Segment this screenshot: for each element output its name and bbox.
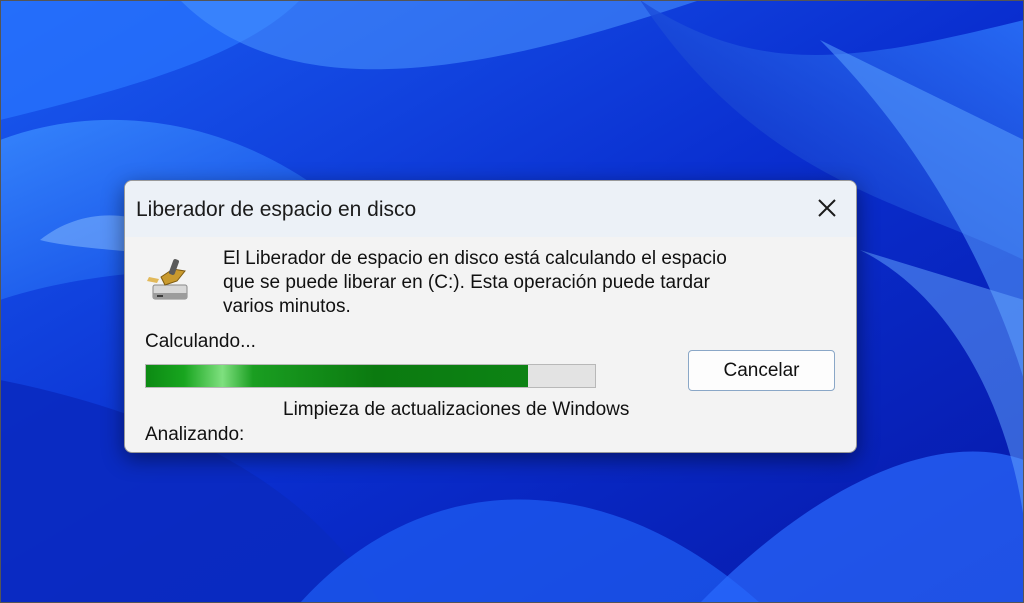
message-line: El Liberador de espacio en disco está ca… — [223, 248, 727, 269]
progress-message: El Liberador de espacio en disco está ca… — [223, 247, 833, 319]
disk-cleanup-icon — [147, 257, 191, 303]
title-bar: Liberador de espacio en disco — [125, 181, 856, 237]
window-title: Liberador de espacio en disco — [136, 198, 417, 221]
analyzing-label: Analizando: — [145, 424, 245, 445]
cancel-button[interactable]: Cancelar — [688, 350, 835, 391]
current-item: Limpieza de actualizaciones de Windows — [283, 399, 630, 420]
disk-cleanup-dialog: Liberador de espacio en disco El Liberad… — [124, 180, 857, 453]
message-line: que se puede liberar en (C:). Esta opera… — [223, 272, 710, 293]
message-line: varios minutos. — [223, 296, 351, 317]
status-text: Calculando... — [145, 331, 256, 352]
close-icon — [818, 199, 836, 217]
close-button[interactable] — [812, 193, 842, 223]
progress-fill — [146, 365, 528, 387]
progress-bar — [145, 364, 596, 388]
